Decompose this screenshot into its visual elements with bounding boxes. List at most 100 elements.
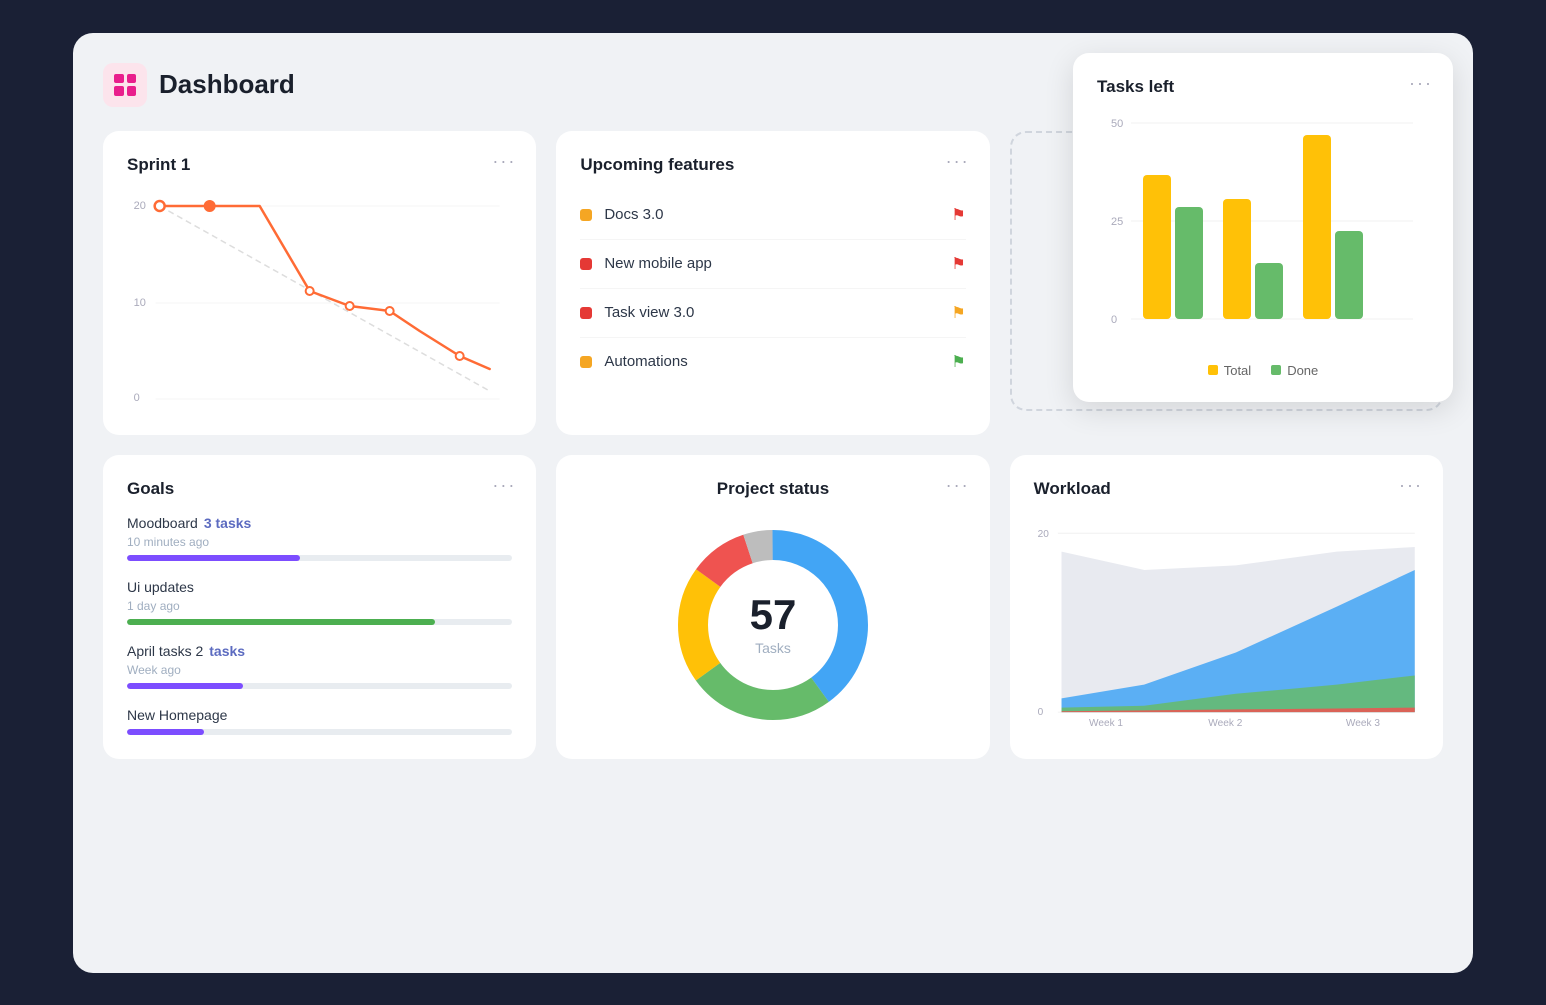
legend-total: Total bbox=[1208, 363, 1251, 378]
dashboard-container: Tasks left ··· 50 25 0 bbox=[73, 33, 1473, 973]
sprint-chart: 20 10 0 bbox=[127, 191, 512, 411]
bar-total-2 bbox=[1223, 199, 1251, 319]
progress-bg-ui bbox=[127, 619, 512, 625]
tasks-card-title: Tasks left bbox=[1097, 77, 1429, 97]
sprint-y-10: 10 bbox=[134, 297, 146, 309]
progress-fill-april bbox=[127, 683, 243, 689]
feature-left-auto: Automations bbox=[580, 353, 687, 370]
sprint-dot-4 bbox=[346, 302, 354, 310]
feature-item-docs: Docs 3.0 ⚑ bbox=[580, 191, 965, 240]
goal-name-ui: Ui updates bbox=[127, 579, 194, 595]
goal-tasks-moodboard[interactable]: 3 tasks bbox=[204, 515, 251, 531]
donut-center: 57 Tasks bbox=[750, 594, 797, 656]
logo-cell-3 bbox=[114, 86, 124, 96]
features-title: Upcoming features bbox=[580, 155, 965, 175]
workload-x-2: Week 2 bbox=[1208, 717, 1242, 728]
goal-name-april: April tasks 2 bbox=[127, 643, 203, 659]
feature-name-auto: Automations bbox=[604, 353, 687, 370]
donut-number: 57 bbox=[750, 594, 797, 636]
y-label-50: 50 bbox=[1111, 118, 1123, 130]
logo-cell-2 bbox=[127, 74, 137, 84]
feature-item-taskview: Task view 3.0 ⚑ bbox=[580, 289, 965, 338]
sprint-y-0: 0 bbox=[134, 392, 140, 404]
tasks-left-card: Tasks left ··· 50 25 0 bbox=[1073, 53, 1453, 402]
bar-total-3 bbox=[1303, 135, 1331, 319]
chart-legend: Total Done bbox=[1097, 363, 1429, 378]
workload-menu[interactable]: ··· bbox=[1399, 475, 1423, 496]
feature-left-docs: Docs 3.0 bbox=[580, 206, 663, 223]
goal-name-homepage: New Homepage bbox=[127, 707, 227, 723]
sprint-dot-1 bbox=[155, 201, 165, 211]
bar-done-2 bbox=[1255, 263, 1283, 319]
goal-header-moodboard: Moodboard 3 tasks bbox=[127, 515, 512, 531]
feature-dot-docs bbox=[580, 209, 592, 221]
goals-title: Goals bbox=[127, 479, 512, 499]
tasks-card-menu[interactable]: ··· bbox=[1409, 73, 1433, 94]
project-menu[interactable]: ··· bbox=[946, 475, 970, 496]
donut-chart: 57 Tasks bbox=[663, 515, 883, 735]
goal-time-april: Week ago bbox=[127, 663, 512, 677]
goal-header-april: April tasks 2 tasks bbox=[127, 643, 512, 659]
goal-name-moodboard: Moodboard bbox=[127, 515, 198, 531]
feature-left-app: New mobile app bbox=[580, 255, 712, 272]
feature-flag-app: ⚑ bbox=[951, 254, 965, 274]
progress-fill-homepage bbox=[127, 729, 204, 735]
logo-grid bbox=[114, 74, 136, 96]
goal-tasks-april[interactable]: tasks bbox=[209, 643, 245, 659]
progress-bg-moodboard bbox=[127, 555, 512, 561]
goal-item-homepage: New Homepage bbox=[127, 707, 512, 735]
sprint-title: Sprint 1 bbox=[127, 155, 512, 175]
workload-title: Workload bbox=[1034, 479, 1419, 499]
feature-left-taskview: Task view 3.0 bbox=[580, 304, 694, 321]
goal-item-april: April tasks 2 tasks Week ago bbox=[127, 643, 512, 689]
feature-dot-app bbox=[580, 258, 592, 270]
sprint-card: Sprint 1 ··· 20 10 0 bbox=[103, 131, 536, 435]
project-status-card: Project status ··· bbox=[556, 455, 989, 759]
feature-flag-taskview: ⚑ bbox=[951, 303, 965, 323]
goals-card: Goals ··· Moodboard 3 tasks 10 minutes a… bbox=[103, 455, 536, 759]
legend-total-dot bbox=[1208, 365, 1218, 375]
goal-header-ui: Ui updates bbox=[127, 579, 512, 595]
progress-fill-moodboard bbox=[127, 555, 300, 561]
y-label-0: 0 bbox=[1111, 314, 1117, 326]
feature-name-docs: Docs 3.0 bbox=[604, 206, 663, 223]
feature-dot-taskview bbox=[580, 307, 592, 319]
feature-flag-docs: ⚑ bbox=[951, 205, 965, 225]
logo-cell-1 bbox=[114, 74, 124, 84]
goal-item-ui: Ui updates 1 day ago bbox=[127, 579, 512, 625]
bar-total-1 bbox=[1143, 175, 1171, 319]
features-menu[interactable]: ··· bbox=[946, 151, 970, 172]
bar-done-3 bbox=[1335, 231, 1363, 319]
goal-header-homepage: New Homepage bbox=[127, 707, 512, 723]
sprint-dot-3 bbox=[306, 287, 314, 295]
features-card: Upcoming features ··· Docs 3.0 ⚑ New mob… bbox=[556, 131, 989, 435]
bar-done-1 bbox=[1175, 207, 1203, 319]
feature-name-taskview: Task view 3.0 bbox=[604, 304, 694, 321]
sprint-dot-5 bbox=[386, 307, 394, 315]
progress-fill-ui bbox=[127, 619, 435, 625]
workload-card: Workload ··· 20 0 bbox=[1010, 455, 1443, 759]
workload-x-3: Week 3 bbox=[1346, 717, 1380, 728]
page-title: Dashboard bbox=[159, 69, 295, 100]
sprint-dot-2 bbox=[205, 201, 215, 211]
goal-item-moodboard: Moodboard 3 tasks 10 minutes ago bbox=[127, 515, 512, 561]
workload-y-20: 20 bbox=[1037, 528, 1049, 539]
goal-time-moodboard: 10 minutes ago bbox=[127, 535, 512, 549]
logo bbox=[103, 63, 147, 107]
sprint-menu[interactable]: ··· bbox=[492, 151, 516, 172]
tasks-chart: 50 25 0 bbox=[1097, 113, 1429, 353]
goals-menu[interactable]: ··· bbox=[492, 475, 516, 496]
legend-done: Done bbox=[1271, 363, 1318, 378]
legend-done-dot bbox=[1271, 365, 1281, 375]
sprint-y-20: 20 bbox=[134, 200, 146, 212]
workload-x-1: Week 1 bbox=[1089, 717, 1123, 728]
goal-time-ui: 1 day ago bbox=[127, 599, 512, 613]
progress-bg-april bbox=[127, 683, 512, 689]
legend-total-label: Total bbox=[1224, 363, 1251, 378]
progress-bg-homepage bbox=[127, 729, 512, 735]
feature-item-auto: Automations ⚑ bbox=[580, 338, 965, 386]
project-title: Project status bbox=[717, 479, 829, 499]
feature-item-app: New mobile app ⚑ bbox=[580, 240, 965, 289]
y-label-25: 25 bbox=[1111, 216, 1123, 228]
legend-done-label: Done bbox=[1287, 363, 1318, 378]
